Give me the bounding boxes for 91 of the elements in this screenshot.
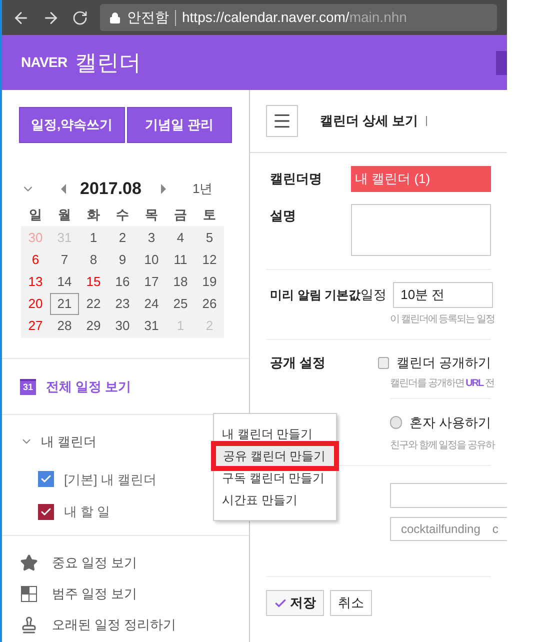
- calendar-icon: 31: [20, 378, 36, 394]
- calendar-day[interactable]: 25: [166, 293, 195, 315]
- calendar-day[interactable]: 31: [137, 315, 166, 337]
- stamp-icon: [20, 616, 38, 634]
- star-icon: [20, 554, 38, 572]
- radio-button[interactable]: [390, 416, 402, 429]
- text-field[interactable]: [390, 483, 507, 508]
- calendar-day[interactable]: 3: [137, 227, 166, 249]
- prev-month-icon[interactable]: [61, 184, 66, 194]
- calendar-day[interactable]: 11: [166, 249, 195, 271]
- menu-button[interactable]: [266, 105, 298, 137]
- calendar-day[interactable]: 29: [79, 315, 108, 337]
- public-checkbox[interactable]: [378, 356, 390, 369]
- grid-icon: [21, 586, 37, 602]
- radio-label[interactable]: 혼자 사용하기: [409, 412, 491, 432]
- my-calendars-heading: 내 캘린더: [41, 433, 97, 451]
- field-label: 공개 설정: [269, 354, 327, 372]
- calendar-name[interactable]: 내 할 일: [64, 502, 110, 522]
- calendar-day[interactable]: 22: [79, 293, 108, 315]
- next-month-icon[interactable]: [161, 184, 166, 194]
- weekday-label: 금: [173, 206, 188, 224]
- weekday-label: 토: [202, 206, 217, 224]
- cancel-button[interactable]: 취소: [330, 590, 372, 616]
- reminder-prefix: 일정: [360, 286, 387, 304]
- calendar-day[interactable]: 27: [21, 315, 50, 337]
- calendar-name-field[interactable]: 내 캘린더 (1): [351, 166, 491, 192]
- security-label: 안전함: [127, 8, 169, 27]
- weekday-label: 수: [115, 206, 130, 224]
- context-menu-item[interactable]: 내 캘린더 만들기: [214, 423, 336, 445]
- context-menu-item[interactable]: 시간표 만들기: [214, 489, 336, 511]
- sidebar-action-button[interactable]: 일정,약속쓰기: [19, 107, 124, 143]
- reload-icon[interactable]: [72, 10, 88, 26]
- calendar-day[interactable]: 6: [21, 249, 50, 271]
- address-bar[interactable]: 안전함 https://calendar.naver.com/main.nhn: [100, 4, 497, 31]
- calendar-day[interactable]: 23: [108, 293, 137, 315]
- calendar-day[interactable]: 21: [50, 293, 79, 315]
- calendar-day[interactable]: 7: [50, 249, 79, 271]
- weekday-label: 목: [144, 206, 159, 224]
- calendar-day[interactable]: 9: [108, 249, 137, 271]
- page-title: 캘린더 상세 보기: [320, 112, 418, 130]
- year-view-link[interactable]: 1년: [192, 179, 213, 199]
- calendar-day[interactable]: 12: [195, 249, 224, 271]
- url-text: https://calendar.naver.com/main.nhn: [182, 8, 407, 27]
- reminder-select[interactable]: 10분 전: [392, 282, 493, 308]
- calendar-day[interactable]: 8: [79, 249, 108, 271]
- context-menu-item[interactable]: 구독 캘린더 만들기: [214, 467, 336, 489]
- calendar-day[interactable]: 16: [108, 271, 137, 293]
- calendar-day[interactable]: 18: [166, 271, 195, 293]
- field-label: 설명: [269, 207, 297, 225]
- calendar-day[interactable]: 24: [137, 293, 166, 315]
- calendar-day[interactable]: 1: [79, 227, 108, 249]
- calendar-day[interactable]: 20: [21, 293, 50, 315]
- hint-text: 친구와 함께 일정을 공유하: [390, 439, 494, 452]
- sidebar-link[interactable]: 중요 일정 보기: [52, 552, 138, 572]
- sidebar-link[interactable]: 범주 일정 보기: [52, 584, 138, 604]
- lock-icon: [109, 12, 121, 24]
- weekday-label: 월: [57, 206, 72, 224]
- brand-logo[interactable]: NAVER: [21, 52, 68, 73]
- weekday-label: 일: [28, 206, 43, 224]
- sidebar-action-button[interactable]: 기념일 관리: [126, 107, 232, 143]
- check-icon: [274, 596, 287, 610]
- field-label: 캘린더명: [269, 170, 323, 188]
- weekday-label: 화: [86, 206, 101, 224]
- account-select[interactable]: cocktailfunding c: [390, 517, 507, 541]
- month-label: 2017.08: [80, 178, 142, 200]
- calendar-day[interactable]: 10: [137, 249, 166, 271]
- context-menu-item[interactable]: 공유 캘린더 만들기: [215, 445, 335, 467]
- all-schedule-link[interactable]: 전체 일정 보기: [46, 376, 132, 396]
- save-button[interactable]: 저장: [266, 590, 324, 616]
- hint-text: 캘린더를 공개하면 URL 전: [390, 376, 494, 390]
- app-title: 캘린더: [75, 49, 142, 77]
- calendar-day[interactable]: 2: [108, 227, 137, 249]
- calendar-day[interactable]: 28: [50, 315, 79, 337]
- checkbox-label[interactable]: 캘린더 공개하기: [396, 353, 491, 372]
- calendar-day[interactable]: 15: [79, 271, 108, 293]
- calendar-day[interactable]: 13: [21, 271, 50, 293]
- calendar-day[interactable]: 17: [137, 271, 166, 293]
- description-field[interactable]: [351, 204, 491, 256]
- calendar-day[interactable]: 26: [195, 293, 224, 315]
- sidebar-link[interactable]: 오래된 일정 정리하기: [52, 614, 176, 634]
- calendar-day[interactable]: 30: [108, 315, 137, 337]
- hint-text: 이 캘린더에 등록되는 일정: [390, 313, 494, 326]
- calendar-name[interactable]: [기본] 내 캘린더: [64, 470, 156, 489]
- field-label: 미리 알림 기본값: [269, 287, 361, 304]
- calendar-day[interactable]: 5: [195, 227, 224, 249]
- check-icon: [40, 506, 52, 518]
- calendar-checkbox[interactable]: [38, 504, 54, 520]
- calendar-day[interactable]: 14: [50, 271, 79, 293]
- calendar-day[interactable]: 19: [195, 271, 224, 293]
- calendar-day[interactable]: 4: [166, 227, 195, 249]
- calendar-checkbox[interactable]: [38, 471, 54, 488]
